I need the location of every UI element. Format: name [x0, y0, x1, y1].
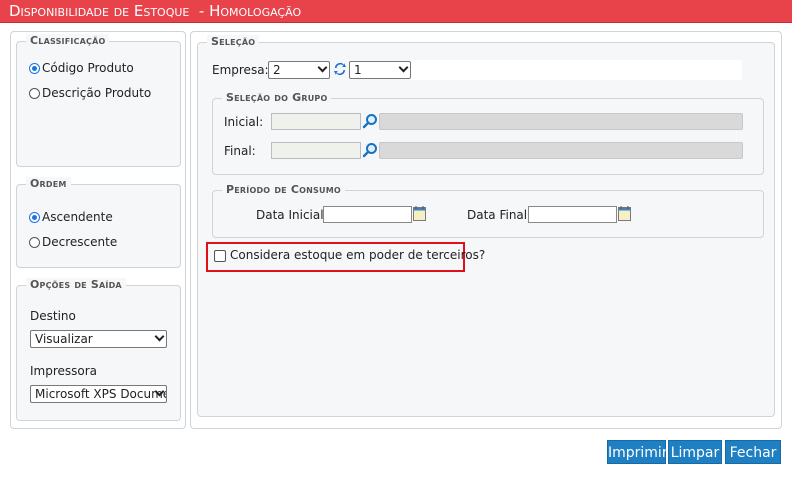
grupo-fieldset: Seleção do Grupo	[212, 91, 764, 175]
data-inicial-label: Data Inicial:	[256, 208, 328, 222]
data-final-input[interactable]	[528, 206, 617, 223]
imprimir-button[interactable]: Imprimir	[607, 440, 668, 464]
destino-select-value: Visualizar	[35, 332, 93, 346]
terceiros-label[interactable]: Considera estoque em poder de terceiros?	[230, 248, 485, 262]
magnifier-icon[interactable]	[362, 113, 378, 132]
radio-decrescente-label: Decrescente	[42, 235, 118, 249]
empresa-label: Empresa:	[212, 63, 269, 77]
limpar-button[interactable]: Limpar	[668, 440, 722, 464]
calendar-icon[interactable]	[413, 206, 426, 224]
grupo-legend: Seleção do Grupo	[222, 91, 332, 104]
radio-ascendente-label: Ascendente	[42, 210, 113, 224]
ordem-fieldset: Ordem Ascendente Decrescente	[16, 177, 181, 268]
calendar-icon[interactable]	[618, 206, 631, 224]
radio-descricao-produto-dot[interactable]	[29, 87, 40, 99]
magnifier-icon[interactable]	[362, 142, 378, 161]
window-title: Disponibilidade de Estoque - Homologação	[0, 0, 792, 23]
periodo-legend: Período de Consumo	[222, 183, 345, 196]
grupo-inicial-descricao	[379, 113, 743, 130]
grupo-final-descricao	[379, 142, 743, 159]
empresa-select[interactable]: 2	[268, 61, 330, 79]
destino-label: Destino	[30, 309, 76, 323]
fechar-button[interactable]: Fechar	[725, 440, 781, 464]
impressora-label: Impressora	[30, 364, 98, 378]
radio-descricao-produto-label: Descrição Produto	[42, 86, 152, 100]
empresa-row-bg	[410, 60, 742, 80]
radio-descricao-produto[interactable]: Descrição Produto	[29, 86, 151, 100]
grupo-final-input[interactable]	[271, 142, 361, 159]
saida-legend: Opções de Saída	[26, 278, 126, 291]
filial-select[interactable]: 1	[349, 61, 411, 79]
radio-codigo-produto-dot[interactable]	[29, 62, 40, 74]
selecao-legend: Seleção	[207, 35, 260, 48]
impressora-select-value: Microsoft XPS Document Writer	[35, 387, 166, 401]
data-inicial-input[interactable]	[323, 206, 412, 223]
radio-codigo-produto[interactable]: Código Produto	[29, 61, 134, 75]
radio-ascendente-dot[interactable]	[29, 211, 40, 223]
saida-fieldset: Opções de Saída Destino Visualizar Impre…	[16, 278, 181, 421]
impressora-select[interactable]: Microsoft XPS Document Writer	[30, 385, 167, 403]
classificacao-fieldset: Classificação Código Produto Descrição P…	[16, 34, 181, 167]
radio-decrescente-dot[interactable]	[29, 236, 40, 248]
swap-arrows-icon[interactable]	[333, 61, 347, 80]
destino-select[interactable]: Visualizar	[30, 330, 167, 348]
grupo-inicial-input[interactable]	[271, 113, 361, 130]
classificacao-legend: Classificação	[26, 34, 110, 47]
radio-codigo-produto-label: Código Produto	[42, 61, 134, 75]
ordem-legend: Ordem	[26, 177, 71, 190]
terceiros-checkbox[interactable]	[214, 250, 226, 262]
grupo-inicial-label: Inicial:	[224, 115, 264, 129]
radio-ascendente[interactable]: Ascendente	[29, 210, 113, 224]
radio-decrescente[interactable]: Decrescente	[29, 235, 117, 249]
grupo-final-label: Final:	[224, 144, 256, 158]
data-final-label: Data Final:	[467, 208, 532, 222]
